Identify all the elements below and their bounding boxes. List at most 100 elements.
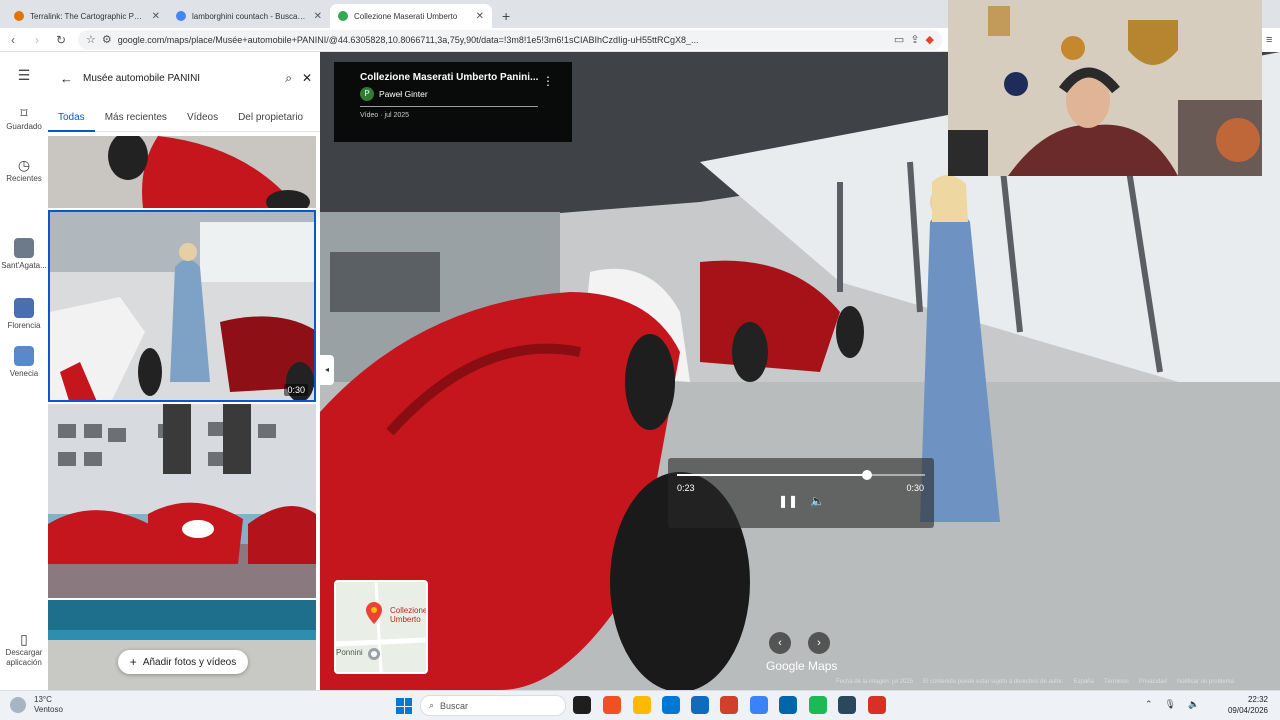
rail-item-download-app[interactable]: ▯ Descargar aplicación	[0, 631, 48, 668]
progress-fill	[677, 474, 868, 476]
maps-side-rail: ☰ ⌑ Guardado ◷ Recientes Sant'Agata... F…	[0, 52, 48, 690]
tray-overflow-icon[interactable]: ⌃	[1145, 699, 1153, 710]
steam-icon[interactable]	[838, 696, 856, 714]
footer-country[interactable]: España	[1074, 679, 1094, 685]
phone-icon: ▯	[20, 631, 28, 647]
bookmark-star-icon[interactable]: ☆	[86, 33, 96, 46]
next-media-button[interactable]: ›	[808, 632, 830, 654]
weather-condition: Ventoso	[34, 705, 63, 714]
vscode-icon[interactable]	[779, 696, 797, 714]
back-arrow-icon[interactable]: ←	[60, 71, 73, 86]
clock[interactable]: 22:32 09/04/2026	[1228, 694, 1268, 716]
previous-media-button[interactable]: ‹	[769, 632, 791, 654]
video-duration: 0:30	[284, 384, 308, 396]
rail-item-florencia[interactable]: Florencia	[0, 298, 48, 331]
progress-track[interactable]	[677, 470, 925, 480]
rail-label: Sant'Agata...	[1, 261, 47, 270]
tab-owner[interactable]: Del propietario	[228, 110, 313, 132]
system-tray: ⌃ 🎙 🔈	[1145, 699, 1199, 710]
map-image	[336, 582, 426, 672]
rail-label: Venecia	[9, 369, 39, 378]
start-button[interactable]	[396, 698, 412, 714]
copyright-note: El contenido puede estar sujeto a derech…	[923, 679, 1064, 685]
rail-item-santagata[interactable]: Sant'Agata...	[0, 238, 48, 271]
browser-toolbar: ‹ › ↻ ☆ ⚙ google.com/maps/place/Musée+au…	[0, 28, 948, 52]
search-input[interactable]: Musée automobile PANINI	[83, 73, 275, 84]
file-explorer-icon[interactable]	[633, 696, 651, 714]
brave-icon[interactable]	[720, 696, 738, 714]
photo-thumbnail[interactable]	[48, 600, 316, 690]
tab-all[interactable]: Todas	[48, 110, 95, 132]
share-icon[interactable]: ⇪	[910, 33, 919, 46]
photo-image	[50, 212, 314, 400]
app-green-icon[interactable]	[809, 696, 827, 714]
tab-maserati[interactable]: Collezione Maserati Umberto ✕	[330, 4, 492, 28]
more-options-icon[interactable]: ⋮	[542, 74, 554, 88]
windows-taskbar: 13°C Ventoso ⌕ Buscar ⌃ 🎙 🔈 22:32 09/04/…	[0, 690, 1280, 720]
recording-app-icon[interactable]	[868, 696, 886, 714]
search-icon[interactable]: ⌕	[285, 71, 292, 86]
progress-handle[interactable]	[862, 470, 873, 480]
search-icon: ⌕	[429, 700, 435, 710]
screen: Terralink: The Cartographic Poster Eng ✕…	[0, 0, 1280, 720]
store-icon[interactable]	[691, 696, 709, 714]
address-bar[interactable]: ☆ ⚙ google.com/maps/place/Musée+automobi…	[78, 29, 942, 50]
collapse-panel-button[interactable]: ◂	[320, 355, 334, 385]
reload-icon[interactable]: ↻	[54, 33, 68, 47]
tab-lamborghini[interactable]: lamborghini countach - Buscar con G ✕	[168, 4, 330, 28]
rail-item-saved[interactable]: ⌑ Guardado	[0, 106, 48, 132]
edge-icon[interactable]	[662, 696, 680, 714]
url-text: google.com/maps/place/Musée+automobile+P…	[117, 34, 699, 45]
video-thumbnail-selected[interactable]: 0:30	[48, 210, 316, 402]
microphone-icon[interactable]: 🎙	[1165, 699, 1176, 710]
add-photos-button[interactable]: + Añadir fotos y vídeos	[118, 650, 248, 674]
speaker-icon[interactable]: 🔈	[1188, 699, 1199, 710]
footer-report[interactable]: Notificar un problema	[1177, 679, 1234, 685]
video-author[interactable]: P Paweł Ginter	[360, 87, 572, 101]
video-date: Vídeo · jul 2025	[360, 112, 410, 119]
photo-thumbnail[interactable]	[48, 404, 316, 598]
tab-videos[interactable]: Vídeos	[177, 110, 228, 132]
pause-icon[interactable]: ❚❚	[778, 494, 798, 508]
webcam-overlay	[948, 0, 1262, 176]
copilot-icon[interactable]	[603, 696, 621, 714]
back-icon[interactable]: ‹	[6, 33, 20, 47]
forward-icon[interactable]: ›	[30, 33, 44, 47]
close-tab-icon[interactable]: ✕	[314, 11, 322, 22]
rail-item-recent[interactable]: ◷ Recientes	[0, 157, 48, 184]
tab-recent[interactable]: Más recientes	[95, 110, 177, 132]
footer-privacy[interactable]: Privacidad	[1139, 679, 1167, 685]
photo-thumbnail[interactable]	[48, 136, 316, 208]
maps-footer: Fecha de la imagen: jul 2025 El contenid…	[836, 679, 1234, 685]
close-tab-icon[interactable]: ✕	[152, 11, 160, 22]
rail-label: Descargar aplicación	[5, 648, 43, 667]
task-view-icon[interactable]	[573, 696, 591, 714]
mini-map[interactable]: Collezione Umberto Ponnini	[334, 580, 428, 674]
app-icon[interactable]	[750, 696, 768, 714]
close-tab-icon[interactable]: ✕	[476, 11, 484, 22]
tab-terralink[interactable]: Terralink: The Cartographic Poster Eng ✕	[6, 4, 168, 28]
video-info-card: Collezione Maserati Umberto Panini... P …	[334, 62, 572, 142]
video-title: Collezione Maserati Umberto Panini...	[360, 72, 539, 83]
cast-icon[interactable]: ▭	[894, 33, 904, 46]
site-info-icon[interactable]: ⚙	[102, 33, 112, 46]
photos-panel: ← Musée automobile PANINI ⌕ ✕ Todas Más …	[48, 52, 320, 690]
search-box[interactable]: ← Musée automobile PANINI ⌕ ✕	[60, 64, 312, 92]
window-controls-area	[1262, 0, 1280, 28]
brave-shield-icon[interactable]: ◆	[926, 33, 934, 46]
webcam-image	[948, 0, 1262, 176]
close-icon[interactable]: ✕	[302, 71, 312, 85]
place-thumbnail	[14, 298, 34, 318]
volume-icon[interactable]: 🔈	[810, 494, 825, 508]
taskbar-search[interactable]: ⌕ Buscar	[420, 695, 566, 716]
browser-tab-strip: Terralink: The Cartographic Poster Eng ✕…	[0, 0, 948, 28]
rail-label: Recientes	[6, 174, 42, 183]
menu-icon[interactable]: ≡	[1266, 34, 1272, 46]
rail-item-venecia[interactable]: Venecia	[0, 346, 48, 379]
new-tab-button[interactable]: +	[492, 4, 520, 28]
tab-label: Collezione Maserati Umberto	[354, 11, 458, 21]
weather-widget[interactable]: 13°C Ventoso	[34, 695, 63, 715]
footer-terms[interactable]: Términos	[1104, 679, 1129, 685]
hamburger-menu-button[interactable]: ☰	[0, 68, 48, 84]
history-icon: ◷	[17, 157, 31, 173]
